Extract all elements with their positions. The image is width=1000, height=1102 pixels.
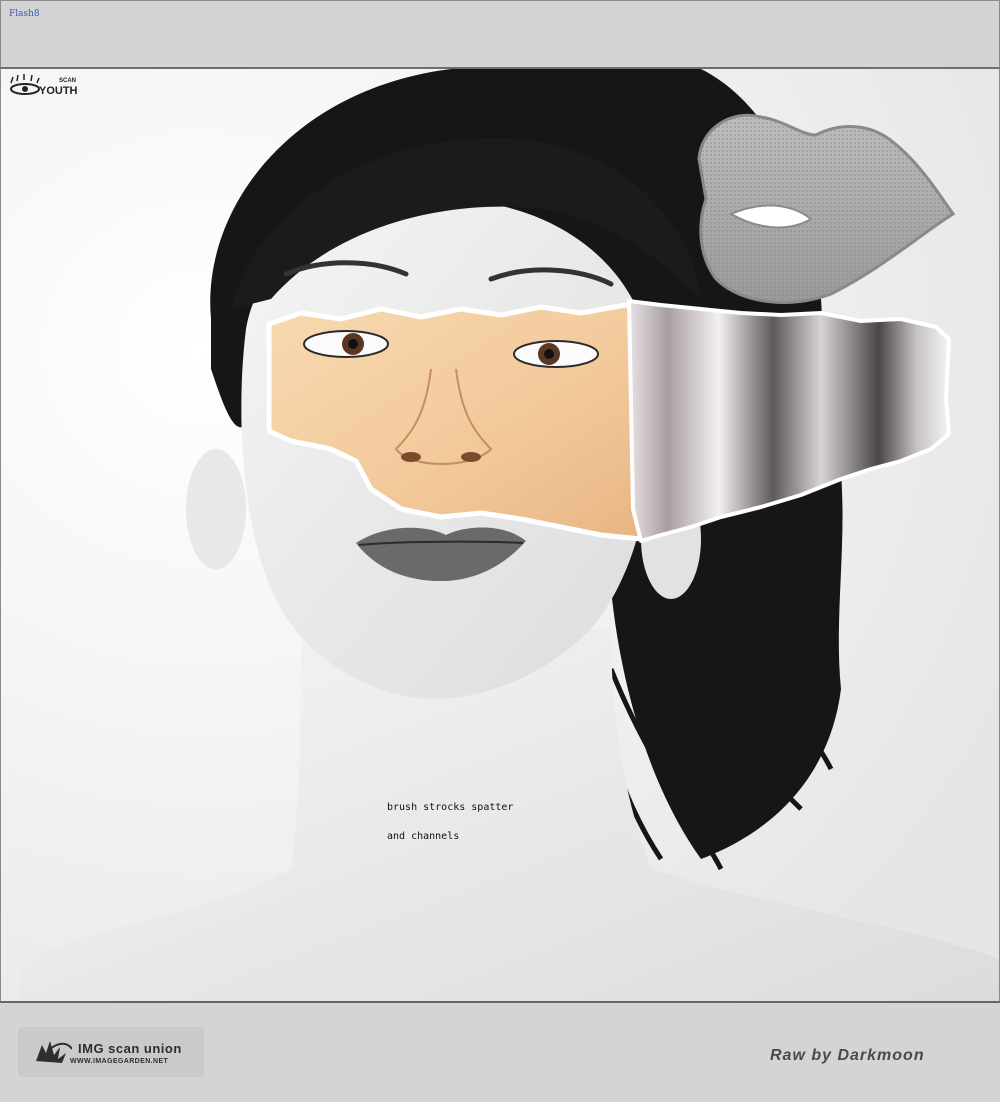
window-title: Flash8	[9, 9, 40, 19]
watermark-small: SCAN	[59, 78, 76, 84]
artwork-svg: SCAN YOUTH	[1, 69, 999, 1001]
title-bar: Flash8	[0, 0, 1000, 69]
footer-logo-title: IMG scan union	[78, 1041, 182, 1056]
credit-text: Raw by Darkmoon	[770, 1047, 925, 1064]
footer-bar: IMG scan union WWW.IMAGEGARDEN.NET Raw b…	[0, 1001, 1000, 1102]
footer-logo-url: WWW.IMAGEGARDEN.NET	[70, 1058, 169, 1065]
artwork-canvas: SCAN YOUTH brush strocks spatter and cha…	[0, 69, 1000, 1001]
watermark-big: YOUTH	[39, 85, 78, 97]
footer-logo: IMG scan union WWW.IMAGEGARDEN.NET	[18, 1027, 204, 1077]
caption-line-2: and channels	[387, 831, 460, 842]
caption-line-1: brush strocks spatter	[387, 802, 514, 813]
splash-logo-icon	[36, 1041, 72, 1063]
